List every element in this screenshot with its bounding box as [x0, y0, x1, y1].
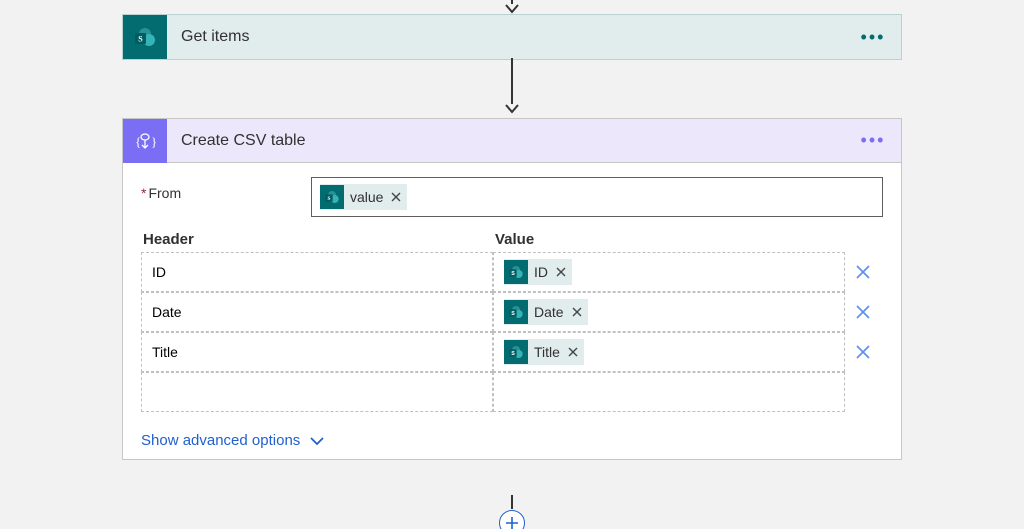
delete-row-button[interactable] — [845, 332, 881, 372]
header-cell[interactable] — [141, 332, 493, 372]
dynamic-token[interactable]: S value — [320, 184, 407, 210]
token-remove-button[interactable] — [568, 307, 586, 317]
delete-row-button[interactable] — [845, 292, 881, 332]
table-row-empty — [141, 372, 883, 412]
header-input[interactable] — [150, 263, 484, 281]
action-title: Create CSV table — [167, 132, 855, 150]
token-label: value — [350, 189, 383, 205]
svg-text:S: S — [511, 311, 515, 317]
header-input[interactable] — [150, 303, 484, 321]
value-cell[interactable]: S Title — [493, 332, 845, 372]
header-cell[interactable] — [141, 372, 493, 412]
action-body: *From S — [123, 163, 901, 459]
action-card-create-csv[interactable]: { } Create CSV table ••• *From — [122, 118, 902, 460]
from-label: *From — [141, 177, 311, 201]
value-cell[interactable]: S ID — [493, 252, 845, 292]
svg-text:S: S — [138, 35, 143, 44]
token-remove-button[interactable] — [387, 192, 405, 202]
table-row: S Date — [141, 292, 883, 332]
header-input[interactable] — [150, 383, 484, 401]
action-menu-button[interactable]: ••• — [855, 123, 891, 159]
add-step-button[interactable] — [499, 510, 525, 529]
dynamic-token[interactable]: S Title — [504, 339, 584, 365]
flow-connector — [505, 58, 519, 114]
action-header[interactable]: S Get items ••• — [123, 15, 901, 59]
token-remove-button[interactable] — [564, 347, 582, 357]
token-remove-button[interactable] — [552, 267, 570, 277]
sharepoint-icon: S — [504, 260, 528, 284]
header-column-label: Header — [143, 231, 495, 248]
show-advanced-options[interactable]: Show advanced options — [141, 432, 324, 449]
action-header[interactable]: { } Create CSV table ••• — [123, 119, 901, 163]
columns-header-row: Header Value — [141, 231, 883, 252]
header-cell[interactable] — [141, 292, 493, 332]
action-title: Get items — [167, 28, 855, 46]
token-label: Date — [534, 304, 564, 320]
sharepoint-icon: S — [320, 185, 344, 209]
token-label: Title — [534, 344, 560, 360]
action-card-get-items[interactable]: S Get items ••• — [122, 14, 902, 60]
header-cell[interactable] — [141, 252, 493, 292]
value-column-label: Value — [495, 231, 881, 248]
value-cell[interactable]: S Date — [493, 292, 845, 332]
dynamic-token[interactable]: S ID — [504, 259, 572, 285]
svg-text:S: S — [328, 196, 331, 202]
delete-row-button[interactable] — [845, 252, 881, 292]
data-operation-icon: { } — [123, 119, 167, 163]
show-advanced-label: Show advanced options — [141, 432, 300, 449]
svg-text:{: { — [135, 134, 141, 149]
sharepoint-icon: S — [123, 15, 167, 59]
flow-connector — [505, 0, 519, 14]
header-input[interactable] — [150, 343, 484, 361]
svg-text:}: } — [151, 134, 157, 149]
svg-text:S: S — [511, 271, 515, 277]
svg-text:S: S — [511, 351, 515, 357]
from-input[interactable]: S value — [311, 177, 883, 217]
chevron-down-icon — [310, 436, 324, 446]
value-cell[interactable] — [493, 372, 845, 412]
action-menu-button[interactable]: ••• — [855, 19, 891, 55]
flow-connector — [511, 495, 513, 509]
table-row: S Title — [141, 332, 883, 372]
from-row: *From S — [141, 177, 883, 217]
dynamic-token[interactable]: S Date — [504, 299, 588, 325]
token-label: ID — [534, 264, 548, 280]
columns-grid: S ID — [141, 252, 883, 412]
table-row: S ID — [141, 252, 883, 292]
sharepoint-icon: S — [504, 340, 528, 364]
sharepoint-icon: S — [504, 300, 528, 324]
